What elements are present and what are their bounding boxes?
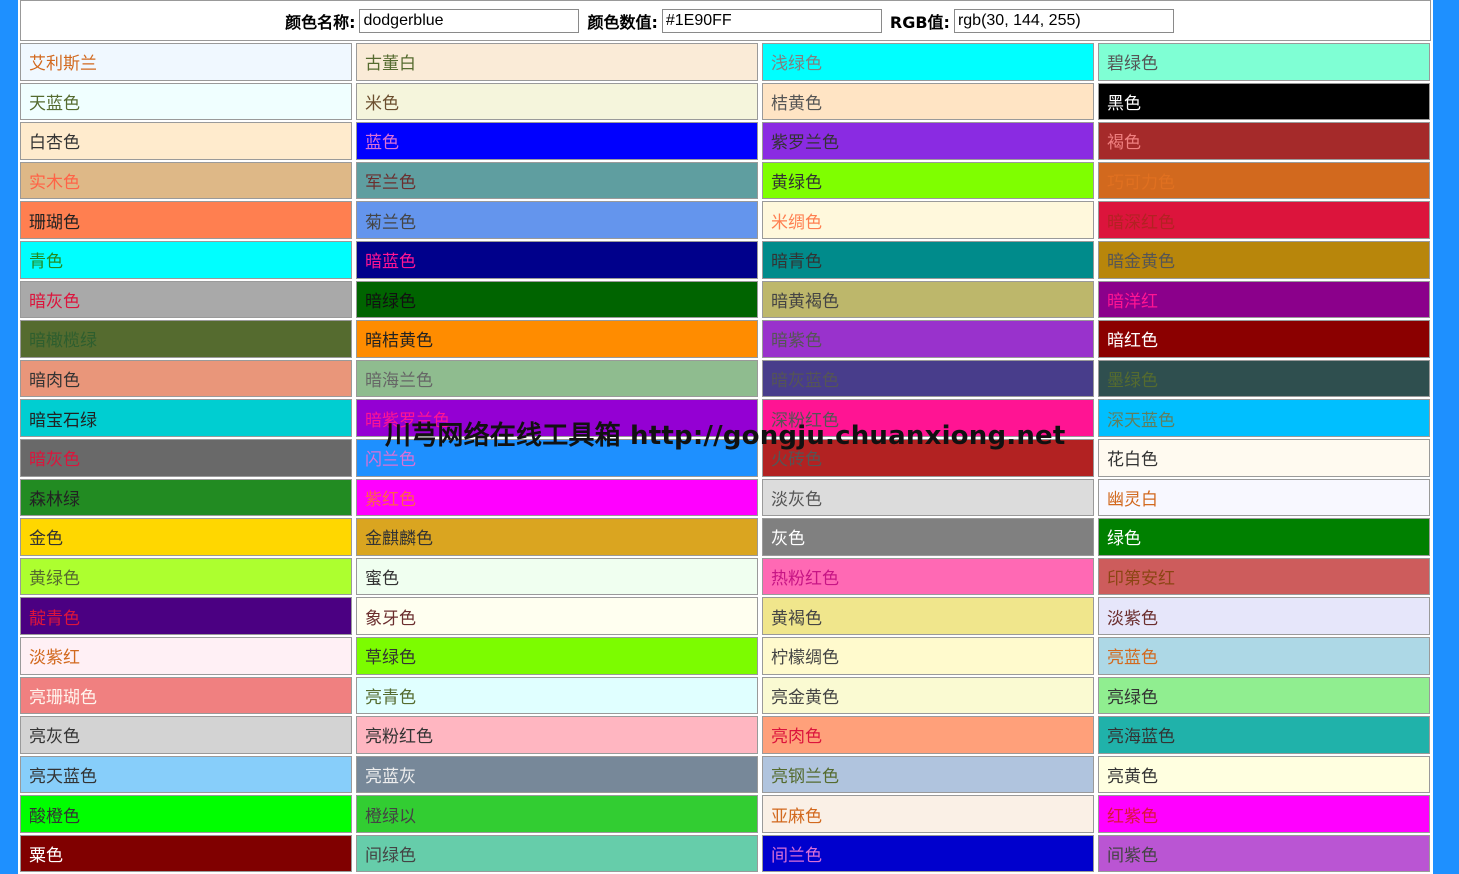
- color-swatch-cell[interactable]: 柠檬绸色: [762, 636, 1094, 675]
- color-swatch-grid: 艾利斯兰 古董白 浅绿色 碧绿色天蓝色 米色 桔黄色 黑色白杏色 蓝色 紫罗兰色 褐色实木色 军兰色…: [18, 43, 1432, 874]
- color-swatch-cell[interactable]: 亮青色: [356, 676, 758, 715]
- color-swatch-cell[interactable]: 淡紫红: [20, 636, 352, 675]
- color-swatch-cell[interactable]: 黄绿色: [762, 161, 1094, 200]
- color-swatch-cell[interactable]: 黄绿色: [20, 557, 352, 596]
- color-swatch-cell[interactable]: 间紫色: [1098, 834, 1430, 873]
- color-name-field[interactable]: [359, 8, 580, 33]
- color-swatch-cell[interactable]: 暗海兰色: [356, 359, 758, 398]
- color-swatch-cell[interactable]: 热粉红色: [762, 557, 1094, 596]
- color-swatch-cell[interactable]: 珊瑚色: [20, 201, 352, 239]
- color-swatch-cell[interactable]: 暗灰蓝色: [762, 359, 1094, 398]
- color-swatch-cell[interactable]: 菊兰色: [356, 201, 758, 239]
- color-swatch-cell[interactable]: 紫罗兰色: [762, 122, 1094, 160]
- color-swatch-cell[interactable]: 艾利斯兰: [20, 43, 352, 81]
- color-swatch-cell[interactable]: 森林绿: [20, 478, 352, 517]
- color-swatch-cell[interactable]: 巧可力色: [1098, 161, 1430, 200]
- color-swatch-cell[interactable]: 军兰色: [356, 161, 758, 200]
- color-swatch-cell[interactable]: 碧绿色: [1098, 43, 1430, 81]
- color-table-panel: 颜色名称: 颜色数值: RGB值: 艾利斯兰古董白浅绿色碧绿色天蓝色米色桔黄色黑…: [18, 0, 1433, 874]
- color-swatch-cell[interactable]: 金色: [20, 518, 352, 556]
- color-swatch-cell[interactable]: 亮蓝灰: [356, 755, 758, 794]
- color-swatch-cell[interactable]: 亮绿色: [1098, 676, 1430, 715]
- color-swatch-cell[interactable]: 亮灰色: [20, 716, 352, 754]
- color-swatch-cell[interactable]: 亮钢兰色: [762, 755, 1094, 794]
- color-swatch-cell[interactable]: 闪兰色: [356, 438, 758, 477]
- color-swatch-cell[interactable]: 草绿色: [356, 636, 758, 675]
- color-swatch-cell[interactable]: 米色: [356, 82, 758, 121]
- color-swatch-cell[interactable]: 天蓝色: [20, 82, 352, 121]
- color-swatch-cell[interactable]: 靛青色: [20, 597, 352, 635]
- color-swatch-cell[interactable]: 亮粉红色: [356, 716, 758, 754]
- color-swatch-cell[interactable]: 暗橄榄绿: [20, 320, 352, 358]
- color-swatch-cell[interactable]: 亮天蓝色: [20, 755, 352, 794]
- color-swatch-cell[interactable]: 暗青色: [762, 240, 1094, 279]
- color-swatch-cell[interactable]: 紫红色: [356, 478, 758, 517]
- color-swatch-cell[interactable]: 暗肉色: [20, 359, 352, 398]
- color-swatch-cell[interactable]: 暗灰色: [20, 280, 352, 319]
- color-swatch-cell[interactable]: 绿色: [1098, 518, 1430, 556]
- color-swatch-cell[interactable]: 象牙色: [356, 597, 758, 635]
- color-swatch-cell[interactable]: 暗洋红: [1098, 280, 1430, 319]
- color-name-group: 颜色名称:: [277, 8, 580, 33]
- color-swatch-cell[interactable]: 暗红色: [1098, 320, 1430, 358]
- color-hex-field[interactable]: [661, 8, 882, 33]
- color-swatch-cell[interactable]: 古董白: [356, 43, 758, 81]
- color-swatch-cell[interactable]: 火砖色: [762, 438, 1094, 477]
- color-swatch-cell[interactable]: 桔黄色: [762, 82, 1094, 121]
- color-swatch-cell[interactable]: 金麒麟色: [356, 518, 758, 556]
- color-swatch-cell[interactable]: 亮蓝色: [1098, 636, 1430, 675]
- color-swatch-cell[interactable]: 暗紫罗兰色: [356, 399, 758, 437]
- color-swatch-cell[interactable]: 红紫色: [1098, 795, 1430, 833]
- color-swatch-cell[interactable]: 淡紫色: [1098, 597, 1430, 635]
- color-swatch-cell[interactable]: 暗绿色: [356, 280, 758, 319]
- color-name-label: 颜色名称:: [285, 12, 356, 32]
- color-swatch-cell[interactable]: 蓝色: [356, 122, 758, 160]
- color-swatch-cell[interactable]: 暗灰色: [20, 438, 352, 477]
- color-swatch-cell[interactable]: 褐色: [1098, 122, 1430, 160]
- color-swatch-cell[interactable]: 粟色: [20, 834, 352, 873]
- color-swatch-cell[interactable]: 暗紫色: [762, 320, 1094, 358]
- color-swatch-cell[interactable]: 亮肉色: [762, 716, 1094, 754]
- color-swatch-cell[interactable]: 实木色: [20, 161, 352, 200]
- color-swatch-cell[interactable]: 间兰色: [762, 834, 1094, 873]
- color-swatch-cell[interactable]: 亮金黄色: [762, 676, 1094, 715]
- color-info-bar: 颜色名称: 颜色数值: RGB值:: [20, 0, 1431, 41]
- color-swatch-cell[interactable]: 暗宝石绿: [20, 399, 352, 437]
- color-swatch-cell[interactable]: 浅绿色: [762, 43, 1094, 81]
- color-swatch-cell[interactable]: 蜜色: [356, 557, 758, 596]
- color-swatch-cell[interactable]: 亚麻色: [762, 795, 1094, 833]
- color-swatch-cell[interactable]: 亮海蓝色: [1098, 716, 1430, 754]
- color-swatch-cell[interactable]: 黄褐色: [762, 597, 1094, 635]
- color-swatch-cell[interactable]: 青色: [20, 240, 352, 279]
- color-swatch-cell[interactable]: 深粉红色: [762, 399, 1094, 437]
- color-hex-label: 颜色数值:: [587, 12, 658, 32]
- color-swatch-cell[interactable]: 橙绿以: [356, 795, 758, 833]
- color-rgb-label: RGB值:: [889, 12, 950, 32]
- color-swatch-cell[interactable]: 黑色: [1098, 82, 1430, 121]
- color-swatch-cell[interactable]: 灰色: [762, 518, 1094, 556]
- color-swatch-cell[interactable]: 亮黄色: [1098, 755, 1430, 794]
- color-swatch-cell[interactable]: 花白色: [1098, 438, 1430, 477]
- color-swatch-cell[interactable]: 米绸色: [762, 201, 1094, 239]
- color-rgb-group: RGB值:: [882, 8, 1174, 33]
- color-swatch-cell[interactable]: 亮珊瑚色: [20, 676, 352, 715]
- color-swatch-cell[interactable]: 暗深红色: [1098, 201, 1430, 239]
- color-swatch-cell[interactable]: 幽灵白: [1098, 478, 1430, 517]
- color-swatch-cell[interactable]: 白杏色: [20, 122, 352, 160]
- color-swatch-cell[interactable]: 印第安红: [1098, 557, 1430, 596]
- color-swatch-cell[interactable]: 暗黄褐色: [762, 280, 1094, 319]
- color-swatch-cell[interactable]: 酸橙色: [20, 795, 352, 833]
- color-swatch-cell[interactable]: 暗金黄色: [1098, 240, 1430, 279]
- color-swatch-cell[interactable]: 暗蓝色: [356, 240, 758, 279]
- color-swatch-cell[interactable]: 墨绿色: [1098, 359, 1430, 398]
- color-swatch-cell[interactable]: 淡灰色: [762, 478, 1094, 517]
- color-rgb-field[interactable]: [953, 8, 1174, 33]
- color-hex-group: 颜色数值:: [579, 8, 882, 33]
- color-swatch-cell[interactable]: 深天蓝色: [1098, 399, 1430, 437]
- color-swatch-cell[interactable]: 暗桔黄色: [356, 320, 758, 358]
- color-swatch-cell[interactable]: 间绿色: [356, 834, 758, 873]
